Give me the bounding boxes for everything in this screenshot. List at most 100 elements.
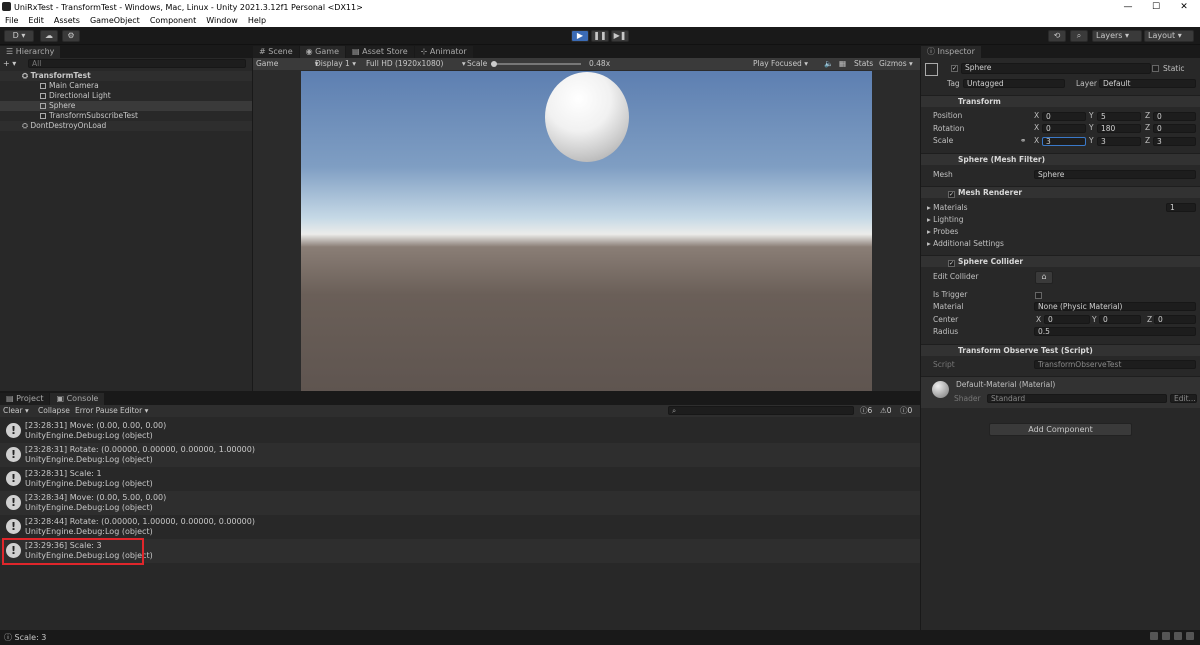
additional-settings-foldout[interactable]: ▸ Additional Settings: [927, 239, 1004, 249]
maximize-button[interactable]: ☐: [1142, 0, 1170, 14]
scene-row[interactable]: ⛭ TransformTest: [0, 71, 252, 81]
menu-window[interactable]: Window: [201, 16, 243, 25]
search-icon[interactable]: ⌕: [1070, 30, 1088, 42]
cache-icon[interactable]: [1162, 632, 1170, 640]
radius-field[interactable]: 0.5: [1034, 327, 1196, 336]
gizmos-dropdown[interactable]: Gizmos ▾: [879, 58, 913, 70]
mesh-field[interactable]: Sphere: [1034, 170, 1196, 179]
transform-scl-z-field[interactable]: 3: [1153, 137, 1196, 146]
cloud-icon[interactable]: ☁: [40, 30, 58, 42]
console-log-entry[interactable]: ! [23:28:31] Scale: 1 UnityEngine.Debug:Lo…: [0, 467, 920, 491]
tag-dropdown[interactable]: Untagged: [963, 79, 1065, 88]
status-text[interactable]: Scale: 3: [15, 633, 47, 642]
console-log-entry[interactable]: ! [23:28:31] Move: (0.00, 0.00, 0.00) Unit…: [0, 419, 920, 443]
object-name-field[interactable]: Sphere: [961, 63, 1151, 74]
scale-slider-handle[interactable]: [491, 61, 497, 67]
script-component-header[interactable]: Transform Observe Test (Script): [921, 344, 1200, 356]
clear-dropdown[interactable]: Clear ▾: [3, 405, 29, 417]
edit-collider-button[interactable]: ⌂: [1035, 271, 1053, 284]
shader-edit-button[interactable]: Edit...: [1170, 394, 1197, 403]
menu-help[interactable]: Help: [243, 16, 271, 25]
console-log-entry[interactable]: ! [23:28:44] Rotate: (0.00000, 1.00000, 0…: [0, 515, 920, 539]
scale-slider[interactable]: [491, 63, 581, 65]
hierarchy-item-main-camera[interactable]: Main Camera: [0, 81, 252, 91]
mesh-renderer-header[interactable]: ✓ Mesh Renderer: [921, 186, 1200, 198]
menu-file[interactable]: File: [0, 16, 23, 25]
resolution-dropdown[interactable]: Full HD (1920x1080) ▾: [366, 58, 466, 70]
hierarchy-search-input[interactable]: All: [28, 59, 246, 68]
static-checkbox[interactable]: [1152, 65, 1159, 72]
step-button[interactable]: ▶❚: [611, 30, 629, 42]
tab-console[interactable]: ▣ Console: [50, 393, 106, 405]
play-focused-dropdown[interactable]: Play Focused ▾: [753, 58, 808, 70]
pause-button[interactable]: ❚❚: [591, 30, 609, 42]
close-button[interactable]: ✕: [1170, 0, 1198, 14]
menu-gameobject[interactable]: GameObject: [85, 16, 145, 25]
warning-count-toggle[interactable]: ⚠0: [880, 405, 892, 417]
scale-link-icon[interactable]: ⚭: [1020, 136, 1026, 146]
stats-button[interactable]: Stats: [854, 58, 873, 70]
display-dropdown[interactable]: Display 1 ▾: [315, 58, 356, 70]
menu-assets[interactable]: Assets: [49, 16, 85, 25]
transform-rot-z-field[interactable]: 0: [1153, 124, 1196, 133]
tab-inspector[interactable]: ⓘ Inspector: [921, 46, 982, 58]
hierarchy-item-transformsubscribetest[interactable]: TransformSubscribeTest: [0, 111, 252, 121]
hierarchy-item-directional-light[interactable]: Directional Light: [0, 91, 252, 101]
center-z-field[interactable]: 0: [1154, 315, 1196, 324]
dontdestroy-row[interactable]: ⛭ DontDestroyOnLoad: [0, 121, 252, 131]
tab-game[interactable]: ◉ Game: [299, 46, 346, 58]
sphere-collider-header[interactable]: ✓ Sphere Collider: [921, 255, 1200, 267]
hierarchy-item-sphere[interactable]: Sphere: [0, 101, 252, 111]
transform-rot-y-field[interactable]: 180: [1097, 124, 1141, 133]
add-component-button[interactable]: Add Component: [989, 423, 1132, 436]
mesh-renderer-enabled-checkbox[interactable]: ✓: [948, 191, 955, 198]
lighting-foldout[interactable]: ▸ Lighting: [927, 215, 963, 225]
transform-pos-z-field[interactable]: 0: [1153, 112, 1196, 121]
transform-rot-x-field[interactable]: 0: [1042, 124, 1086, 133]
info-count-toggle[interactable]: ⓘ6: [860, 405, 872, 417]
tab-animator[interactable]: ⊹ Animator: [414, 46, 474, 58]
shortcuts-icon[interactable]: ▦: [839, 58, 846, 70]
transform-pos-y-field[interactable]: 5: [1097, 112, 1141, 121]
light-bake-icon[interactable]: [1150, 632, 1158, 640]
transform-header[interactable]: Transform: [921, 95, 1200, 107]
active-checkbox[interactable]: ✓: [951, 65, 958, 72]
center-x-field[interactable]: 0: [1044, 315, 1090, 324]
menu-edit[interactable]: Edit: [23, 16, 49, 25]
debug-icon[interactable]: [1186, 632, 1194, 640]
console-search-input[interactable]: ⌕: [668, 406, 854, 415]
layout-dropdown[interactable]: Layout ▾: [1144, 30, 1194, 42]
tab-project[interactable]: ▤ Project: [0, 393, 51, 405]
tab-scene[interactable]: # Scene: [253, 46, 300, 58]
center-y-field[interactable]: 0: [1099, 315, 1141, 324]
is-trigger-checkbox[interactable]: [1035, 292, 1042, 299]
add-object-button[interactable]: + ▾: [3, 59, 16, 68]
error-pause-button[interactable]: Error Pause: [75, 405, 118, 417]
play-button[interactable]: ▶: [571, 30, 589, 42]
shader-dropdown[interactable]: Standard: [987, 394, 1167, 403]
probes-foldout[interactable]: ▸ Probes: [927, 227, 958, 237]
collider-material-field[interactable]: None (Physic Material): [1034, 302, 1196, 311]
layers-dropdown[interactable]: Layers ▾: [1092, 30, 1142, 42]
console-log-entry[interactable]: ! [23:28:31] Rotate: (0.00000, 0.00000, 0…: [0, 443, 920, 467]
console-log-entry[interactable]: ! [23:28:34] Move: (0.00, 5.00, 0.00) Unit…: [0, 491, 920, 515]
error-count-toggle[interactable]: ⓘ0: [900, 405, 912, 417]
transform-scl-y-field[interactable]: 3: [1097, 137, 1141, 146]
mute-audio-icon[interactable]: 🔈: [824, 58, 833, 70]
layer-dropdown[interactable]: Default: [1099, 79, 1196, 88]
history-icon[interactable]: ⟲: [1048, 30, 1066, 42]
console-log-entry[interactable]: ! [23:29:36] Scale: 3 UnityEngine.Debug:Lo…: [0, 538, 920, 565]
game-mode-dropdown[interactable]: Game ▾: [256, 58, 318, 70]
tab-hierarchy[interactable]: ☰ Hierarchy: [0, 46, 62, 58]
menu-component[interactable]: Component: [145, 16, 201, 25]
editor-dropdown[interactable]: Editor ▾: [120, 405, 148, 417]
transform-pos-x-field[interactable]: 0: [1042, 112, 1086, 121]
sphere-collider-enabled-checkbox[interactable]: ✓: [948, 260, 955, 267]
notification-icon[interactable]: [1174, 632, 1182, 640]
game-render-area[interactable]: [301, 71, 872, 391]
tab-asset-store[interactable]: ▤ Asset Store: [346, 46, 415, 58]
materials-foldout[interactable]: ▸ Materials: [927, 203, 968, 213]
account-dropdown[interactable]: D ▾: [4, 30, 34, 42]
mesh-filter-header[interactable]: Sphere (Mesh Filter): [921, 153, 1200, 165]
collab-gear-icon[interactable]: ⚙: [62, 30, 80, 42]
